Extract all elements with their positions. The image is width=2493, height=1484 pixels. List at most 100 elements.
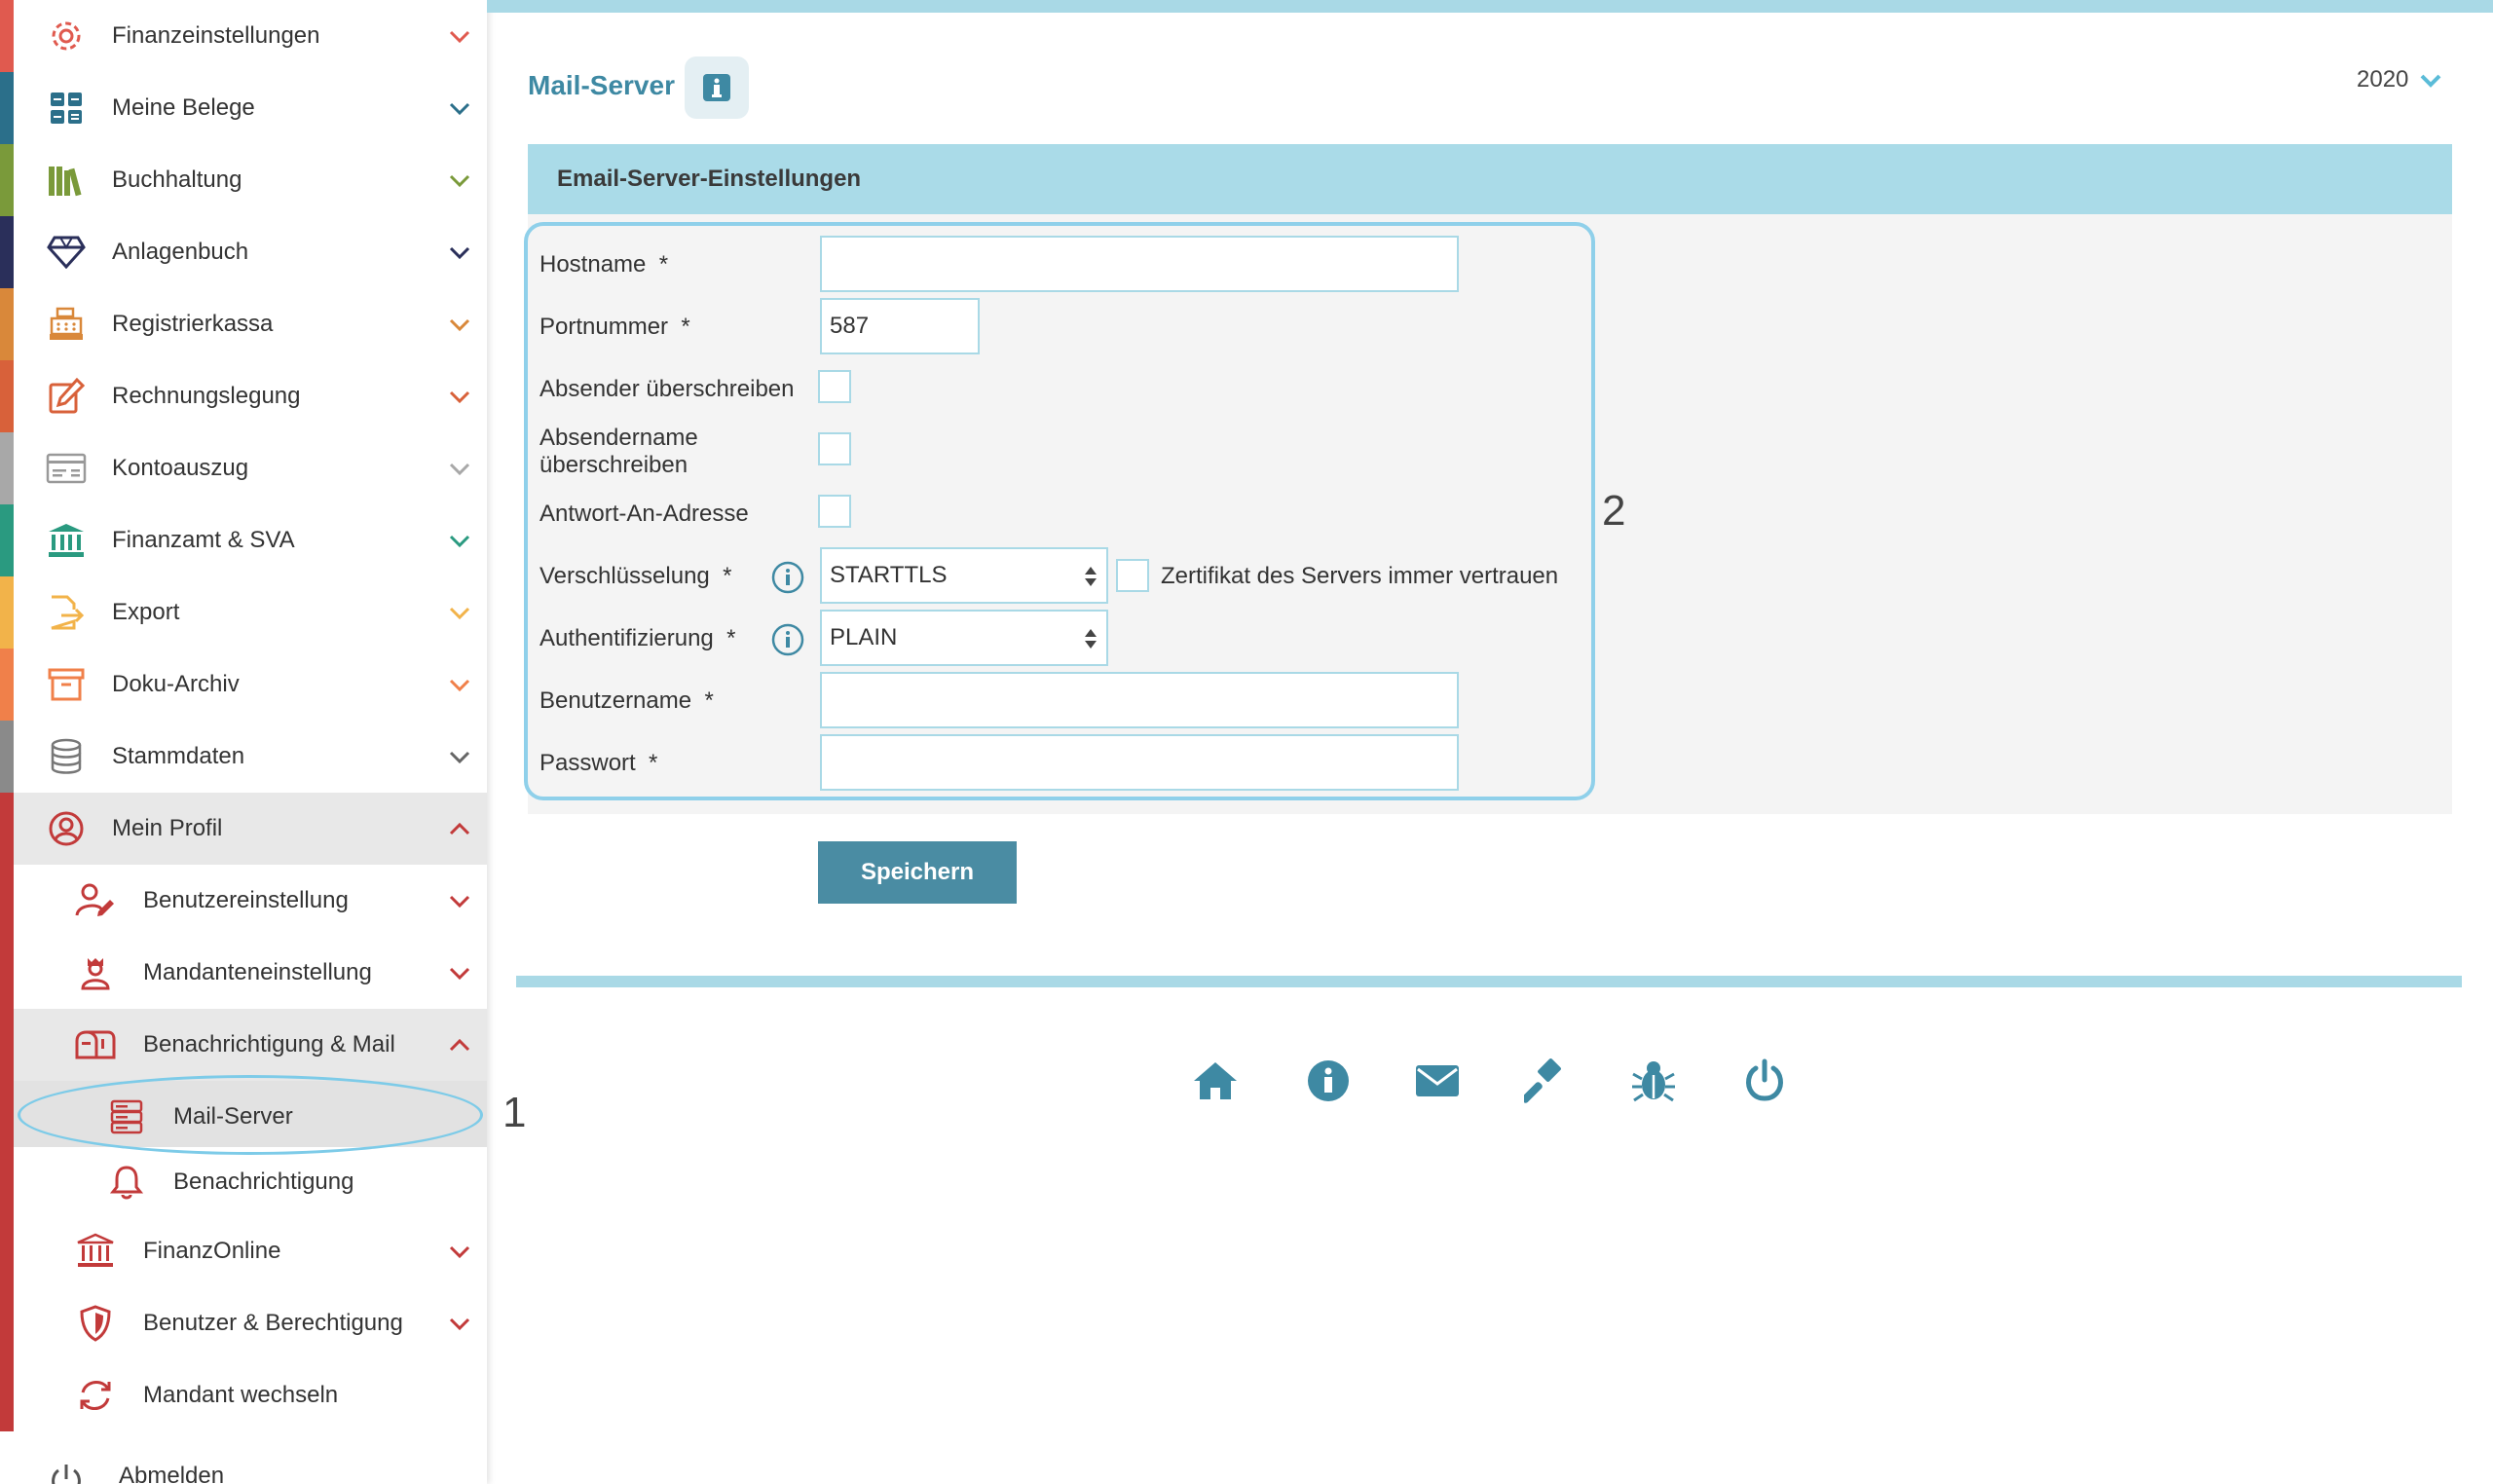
- color-stripe: [0, 1287, 14, 1359]
- color-stripe: [0, 0, 14, 72]
- sidebar-item-label: Export: [112, 599, 180, 625]
- power-icon[interactable]: [1739, 1056, 1790, 1106]
- top-bar: [487, 0, 2493, 13]
- auth-select[interactable]: PLAIN: [820, 610, 1108, 666]
- sidebar-item-meine-belege[interactable]: Meine Belege: [0, 72, 487, 144]
- chevron-down-icon: [449, 751, 470, 764]
- port-input[interactable]: 587: [820, 298, 980, 354]
- info-icon[interactable]: [771, 623, 804, 656]
- select-arrows-icon: [1085, 629, 1097, 649]
- sidebar-item-label: Mandanteneinstellung: [143, 959, 372, 985]
- chevron-up-icon: [449, 822, 470, 835]
- info-icon[interactable]: [1303, 1056, 1354, 1106]
- sidebar-item-rechnungslegung[interactable]: Rechnungslegung: [0, 360, 487, 432]
- sidebar-item-benachrichtigung-mail[interactable]: Benachrichtigung & Mail: [0, 1009, 487, 1081]
- sidebar-item-registrierkassa[interactable]: Registrierkassa: [0, 288, 487, 360]
- hostname-input[interactable]: [820, 236, 1459, 292]
- color-stripe: [0, 1147, 14, 1217]
- archive-icon: [45, 663, 88, 706]
- chevron-down-icon: [449, 390, 470, 404]
- info-icon: [703, 74, 730, 101]
- override-sender-name-label: Absendername überschreiben: [540, 425, 698, 478]
- save-button[interactable]: Speichern: [818, 841, 1017, 904]
- override-sender-name-checkbox[interactable]: [818, 432, 851, 465]
- envelope-icon[interactable]: [1412, 1056, 1463, 1106]
- encryption-select[interactable]: STARTTLS: [820, 547, 1108, 604]
- chevron-down-icon: [449, 174, 470, 188]
- client-icon: [74, 951, 117, 994]
- username-input[interactable]: [820, 672, 1459, 728]
- sidebar-item-label: Mandant wechseln: [143, 1382, 339, 1408]
- sidebar-item-label: Kontoauszug: [112, 455, 249, 481]
- sidebar-item-benachrichtigung[interactable]: Benachrichtigung: [0, 1147, 487, 1217]
- color-stripe: [0, 576, 14, 649]
- bank-icon: [45, 519, 88, 562]
- annotation-marker: 2: [1602, 487, 1626, 535]
- sidebar-item-benutzereinstellung[interactable]: Benutzereinstellung: [0, 865, 487, 937]
- sidebar-item-label: Anlagenbuch: [112, 239, 249, 265]
- color-stripe: [0, 1081, 14, 1153]
- bank-icon: [74, 1230, 117, 1273]
- color-stripe: [0, 1215, 14, 1287]
- override-sender-label: Absender überschreiben: [540, 376, 795, 402]
- chevron-down-icon: [449, 30, 470, 44]
- bug-icon[interactable]: [1628, 1056, 1679, 1106]
- bell-icon: [105, 1161, 148, 1204]
- sidebar-item-stammdaten[interactable]: Stammdaten: [0, 721, 487, 793]
- year-value: 2020: [2357, 66, 2409, 93]
- chevron-up-icon: [449, 1038, 470, 1052]
- reply-to-checkbox[interactable]: [818, 495, 851, 528]
- sidebar-item-label: Mail-Server: [173, 1103, 293, 1130]
- color-stripe: [0, 72, 14, 144]
- password-label: Passwort *: [540, 750, 658, 776]
- chevron-down-icon: [449, 895, 470, 909]
- color-stripe: [0, 288, 14, 360]
- chevron-down-icon: [449, 607, 470, 620]
- sidebar-item-finanzonline[interactable]: FinanzOnline: [0, 1215, 487, 1287]
- sidebar-item-anlagenbuch[interactable]: Anlagenbuch: [0, 216, 487, 288]
- gavel-icon[interactable]: [1521, 1056, 1572, 1106]
- home-icon[interactable]: [1190, 1056, 1241, 1106]
- sidebar-item-mandant-wechseln[interactable]: Mandant wechseln: [0, 1359, 487, 1431]
- panel-title: Email-Server-Einstellungen: [557, 166, 862, 192]
- sidebar-item-mein-profil[interactable]: Mein Profil: [0, 793, 487, 865]
- encryption-value: STARTTLS: [830, 562, 948, 588]
- password-input[interactable]: [820, 734, 1459, 791]
- auth-label: Authentifizierung *: [540, 625, 736, 651]
- calculator-icon: [45, 87, 88, 130]
- sidebar-item-mail-server[interactable]: Mail-Server: [0, 1081, 487, 1153]
- user-circle-icon: [45, 807, 88, 850]
- sidebar-item-label: Benachrichtigung & Mail: [143, 1031, 395, 1057]
- sidebar-item-benutzer-berechtigung[interactable]: Benutzer & Berechtigung: [0, 1287, 487, 1359]
- trust-cert-checkbox[interactable]: [1116, 559, 1149, 592]
- sidebar-item-abmelden[interactable]: Abmelden: [0, 1441, 487, 1484]
- sidebar-item-label: Benutzer & Berechtigung: [143, 1310, 403, 1336]
- sidebar-item-finanzamt-sva[interactable]: Finanzamt & SVA: [0, 504, 487, 576]
- sidebar-item-export[interactable]: Export: [0, 576, 487, 649]
- gear-icon: [45, 15, 88, 57]
- color-stripe: [0, 1359, 14, 1431]
- chevron-down-icon: [449, 679, 470, 692]
- user-edit-icon: [74, 879, 117, 922]
- info-icon[interactable]: [771, 561, 804, 594]
- override-sender-checkbox[interactable]: [818, 370, 851, 403]
- year-select[interactable]: 2020: [2357, 66, 2443, 93]
- info-button[interactable]: [685, 56, 749, 119]
- sidebar-item-kontoauszug[interactable]: Kontoauszug: [0, 432, 487, 504]
- sidebar-item-buchhaltung[interactable]: Buchhaltung: [0, 144, 487, 216]
- sidebar-item-finanzeinstellungen[interactable]: Finanzeinstellungen: [0, 0, 487, 72]
- sidebar-item-label: Meine Belege: [112, 94, 255, 121]
- port-label: Portnummer *: [540, 314, 690, 340]
- statement-icon: [45, 447, 88, 490]
- chevron-down-icon: [449, 463, 470, 476]
- sidebar-item-label: Buchhaltung: [112, 167, 242, 193]
- reply-to-label: Antwort-An-Adresse: [540, 501, 749, 527]
- color-stripe: [0, 360, 14, 432]
- sidebar-item-mandanteneinstellung[interactable]: Mandanteneinstellung: [0, 937, 487, 1009]
- hostname-label: Hostname *: [540, 251, 669, 278]
- chevron-down-icon: [449, 246, 470, 260]
- sidebar-item-label: Benutzereinstellung: [143, 887, 349, 913]
- color-stripe: [0, 721, 14, 793]
- sidebar-item-doku-archiv[interactable]: Doku-Archiv: [0, 649, 487, 721]
- chevron-down-icon: [449, 535, 470, 548]
